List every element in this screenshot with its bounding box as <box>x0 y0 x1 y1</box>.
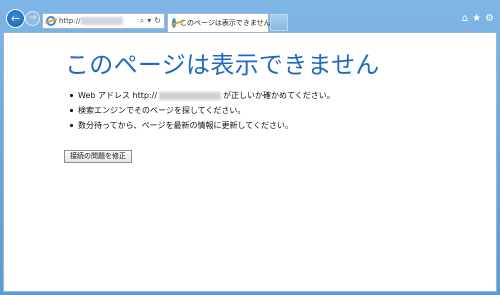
list-item-text: 数分待ってから、ページを最新の情報に更新してください。 <box>78 121 293 130</box>
list-item: Web アドレス http:// が正しいか確かめてください。 <box>70 88 335 103</box>
tab-active[interactable]: このページは表示できません ✕ <box>167 13 277 32</box>
tab-title: このページは表示できません <box>180 19 271 27</box>
search-icon[interactable]: ⌕ <box>140 16 144 26</box>
address-url: http:// <box>59 17 124 25</box>
blurred-hostname <box>159 91 222 100</box>
chevron-down-icon[interactable]: ▾ <box>147 16 151 26</box>
page-title: このページは表示できません <box>65 51 380 79</box>
fix-connection-button[interactable]: 接続の問題を修正 <box>64 150 132 163</box>
new-tab-button[interactable] <box>270 14 288 31</box>
list-item-text-suffix: が正しいか確かめてください。 <box>223 91 335 100</box>
star-icon[interactable]: ★ <box>472 13 481 24</box>
gear-icon[interactable]: ⚙ <box>485 13 494 24</box>
browser-window: ← → http:// ⌕ ▾ ↻ このページは表示できません ✕ ⌂ ★ ⚙ <box>0 0 500 295</box>
address-bar[interactable]: http:// ⌕ ▾ ↻ <box>42 13 165 29</box>
suggestion-list: Web アドレス http:// が正しいか確かめてください。 検索エンジンでその… <box>70 88 335 133</box>
list-item-text: 検索エンジンでそのページを探してください。 <box>78 106 246 115</box>
forward-button[interactable]: → <box>25 11 40 26</box>
forward-arrow-icon: → <box>28 13 37 23</box>
list-item: 数分待ってから、ページを最新の情報に更新してください。 <box>70 118 335 133</box>
ie-logo-icon <box>46 16 56 26</box>
address-bar-icons: ⌕ ▾ ↻ <box>140 16 161 26</box>
refresh-icon[interactable]: ↻ <box>154 16 161 26</box>
address-url-prefix: http:// <box>59 17 81 25</box>
address-url-blurred <box>81 17 124 25</box>
back-button[interactable]: ← <box>6 9 25 28</box>
back-arrow-icon: ← <box>10 12 21 25</box>
browser-toolbar: ← → http:// ⌕ ▾ ↻ このページは表示できません ✕ ⌂ ★ ⚙ <box>0 0 500 32</box>
list-item-text: Web アドレス http:// <box>78 91 158 100</box>
home-icon[interactable]: ⌂ <box>462 13 468 24</box>
toolbar-right-icons: ⌂ ★ ⚙ <box>462 13 494 24</box>
tab-ie-icon <box>172 18 176 28</box>
list-item: 検索エンジンでそのページを探してください。 <box>70 103 335 118</box>
